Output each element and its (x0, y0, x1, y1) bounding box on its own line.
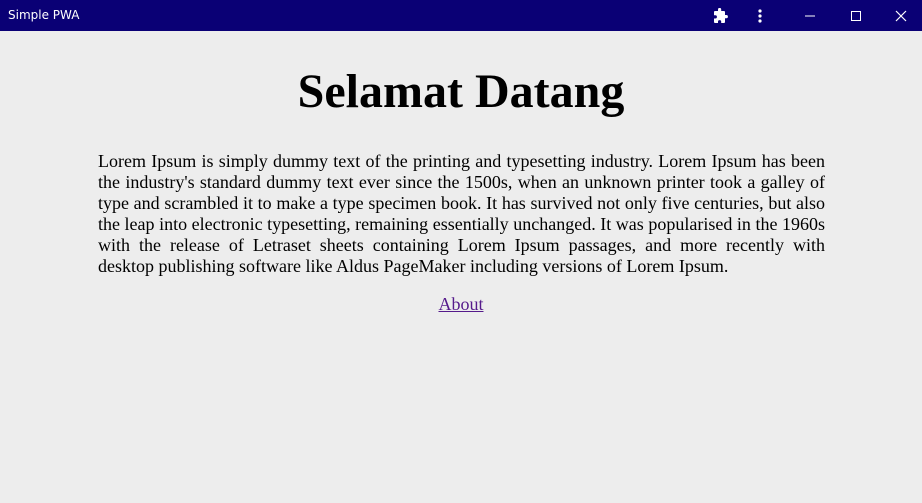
puzzle-icon (714, 7, 728, 23)
maximize-icon (851, 10, 861, 21)
intro-paragraph: Lorem Ipsum is simply dummy text of the … (98, 151, 825, 276)
menu-button[interactable] (748, 0, 772, 31)
minimize-icon (805, 15, 815, 16)
title-bar: Simple PWA (0, 0, 922, 31)
window-title: Simple PWA (8, 8, 80, 22)
minimize-button[interactable] (787, 0, 833, 31)
close-button[interactable] (879, 0, 922, 31)
page-title: Selamat Datang (297, 65, 625, 118)
page-content: Selamat Datang Lorem Ipsum is simply dum… (0, 31, 922, 503)
extensions-button[interactable] (707, 0, 733, 31)
close-icon (895, 10, 906, 21)
more-vert-icon (758, 8, 762, 23)
maximize-button[interactable] (833, 0, 879, 31)
about-link[interactable]: About (439, 294, 484, 314)
about-link-container: About (0, 294, 922, 315)
